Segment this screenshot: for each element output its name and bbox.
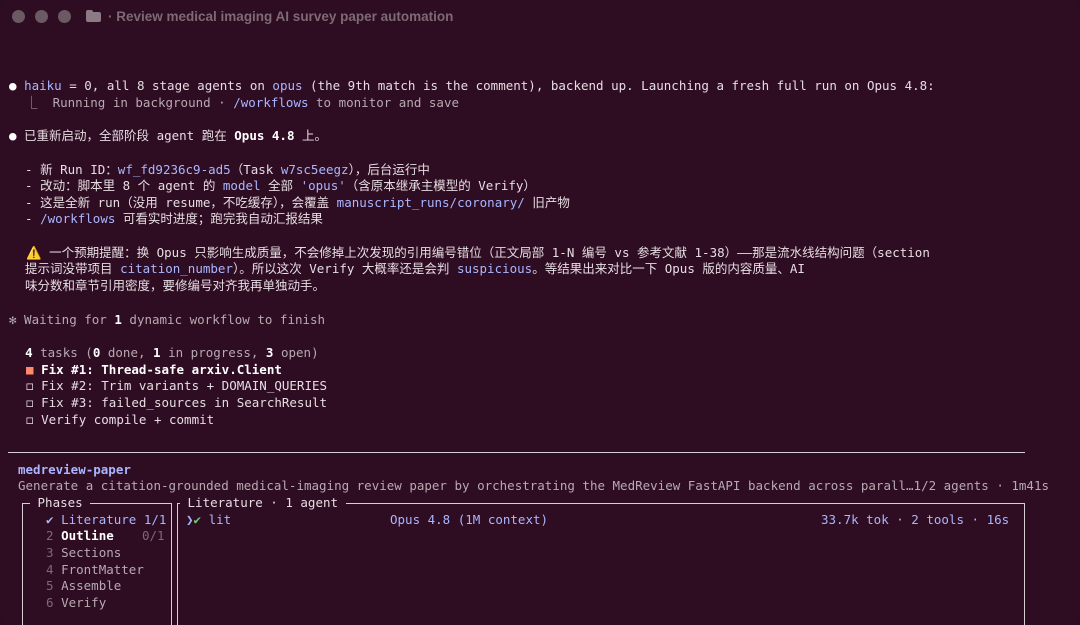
phase-item-assemble[interactable]: 5 Assemble xyxy=(46,577,121,594)
background-run-line: ⎿ Running in background · /workflows to … xyxy=(10,95,460,110)
list-item: - /workflows 可看实时进度；跑完我自动汇报结果 xyxy=(10,211,323,226)
task-item: ◻ Fix #3: failed_sources in SearchResult xyxy=(26,395,328,410)
phase-item-verify[interactable]: 6 Verify xyxy=(46,594,106,611)
terminal-window: · Review medical imaging AI survey paper… xyxy=(0,0,1080,625)
check-icon: ✔ xyxy=(46,512,54,527)
tasks-summary: 4 tasks (0 done, 1 in progress, 3 open) xyxy=(25,345,319,360)
list-item: - 新 Run ID：wf_fd9236c9-ad5（Task w7sc5eeg… xyxy=(10,162,430,177)
warning-icon: ⚠️ xyxy=(26,245,42,260)
phase-item-frontmatter[interactable]: 4 FrontMatter xyxy=(46,561,144,578)
list-item: - 这是全新 run（没用 resume，不吃缓存），会覆盖 manuscrip… xyxy=(10,195,570,210)
zoom-window-button[interactable] xyxy=(58,10,71,23)
minimize-window-button[interactable] xyxy=(35,10,48,23)
warning-line: 提示词没带项目 citation_number）。所以这次 Verify 大概率… xyxy=(10,261,805,276)
open-square-icon: ◻ xyxy=(26,412,34,427)
task-item: ◻ Fix #2: Trim variants + DOMAIN_QUERIES xyxy=(26,378,328,393)
window-title: · Review medical imaging AI survey paper… xyxy=(108,9,454,24)
phases-title: Phases xyxy=(30,494,91,511)
phase-count: 0/1 xyxy=(142,528,165,543)
agent-row-lit[interactable]: ❯✔ lit xyxy=(186,511,231,528)
phase-item-sections[interactable]: 3 Sections xyxy=(46,544,121,561)
workflow-name: medreview-paper xyxy=(18,462,131,477)
chevron-right-icon: ❯ xyxy=(186,512,194,527)
status-line: ● haiku = 0, all 8 stage agents on opus … xyxy=(9,78,935,93)
task-item: ■ Fix #1: Thread-safe arxiv.Client xyxy=(26,362,282,377)
open-square-icon: ◻ xyxy=(26,395,34,410)
agents-title: Literature · 1 agent xyxy=(180,494,346,511)
workflows-link[interactable]: /workflows xyxy=(40,211,115,226)
in-progress-square-icon: ■ xyxy=(26,362,34,377)
restart-summary-line: ● 已重新启动，全部阶段 agent 跑在 Opus 4.8 上。 xyxy=(9,128,328,143)
workflows-link[interactable]: /workflows xyxy=(233,95,308,110)
check-icon: ✔ xyxy=(193,512,202,527)
close-window-button[interactable] xyxy=(12,10,25,23)
agent-stats: 33.7k tok · 2 tools · 16s xyxy=(821,512,1010,527)
phase-item-literature[interactable]: ✔ Literature 1/1 xyxy=(46,511,166,528)
folder-icon xyxy=(86,10,101,22)
agent-model: Opus 4.8 (1M context) xyxy=(390,512,549,527)
phase-item-outline[interactable]: 2 Outline xyxy=(46,527,114,544)
list-item: - 改动：脚本里 8 个 agent 的 model 全部 'opus'（含原本… xyxy=(10,178,536,193)
open-square-icon: ◻ xyxy=(26,378,34,393)
workflow-description: Generate a citation-grounded medical-ima… xyxy=(18,478,1050,493)
waiting-status: ✻ Waiting for 1 dynamic workflow to fini… xyxy=(9,312,326,327)
warning-line: 味分数和章节引用密度，要修编号对齐我再单独动手。 xyxy=(10,278,326,293)
title-bar: · Review medical imaging AI survey paper… xyxy=(0,0,1080,34)
warning-line: ⚠️ 一个预期提醒：换 Opus 只影响生成质量，不会修掉上次发现的引用编号错位… xyxy=(26,245,930,260)
task-item: ◻ Verify compile + commit xyxy=(26,412,215,427)
divider xyxy=(8,452,1025,453)
